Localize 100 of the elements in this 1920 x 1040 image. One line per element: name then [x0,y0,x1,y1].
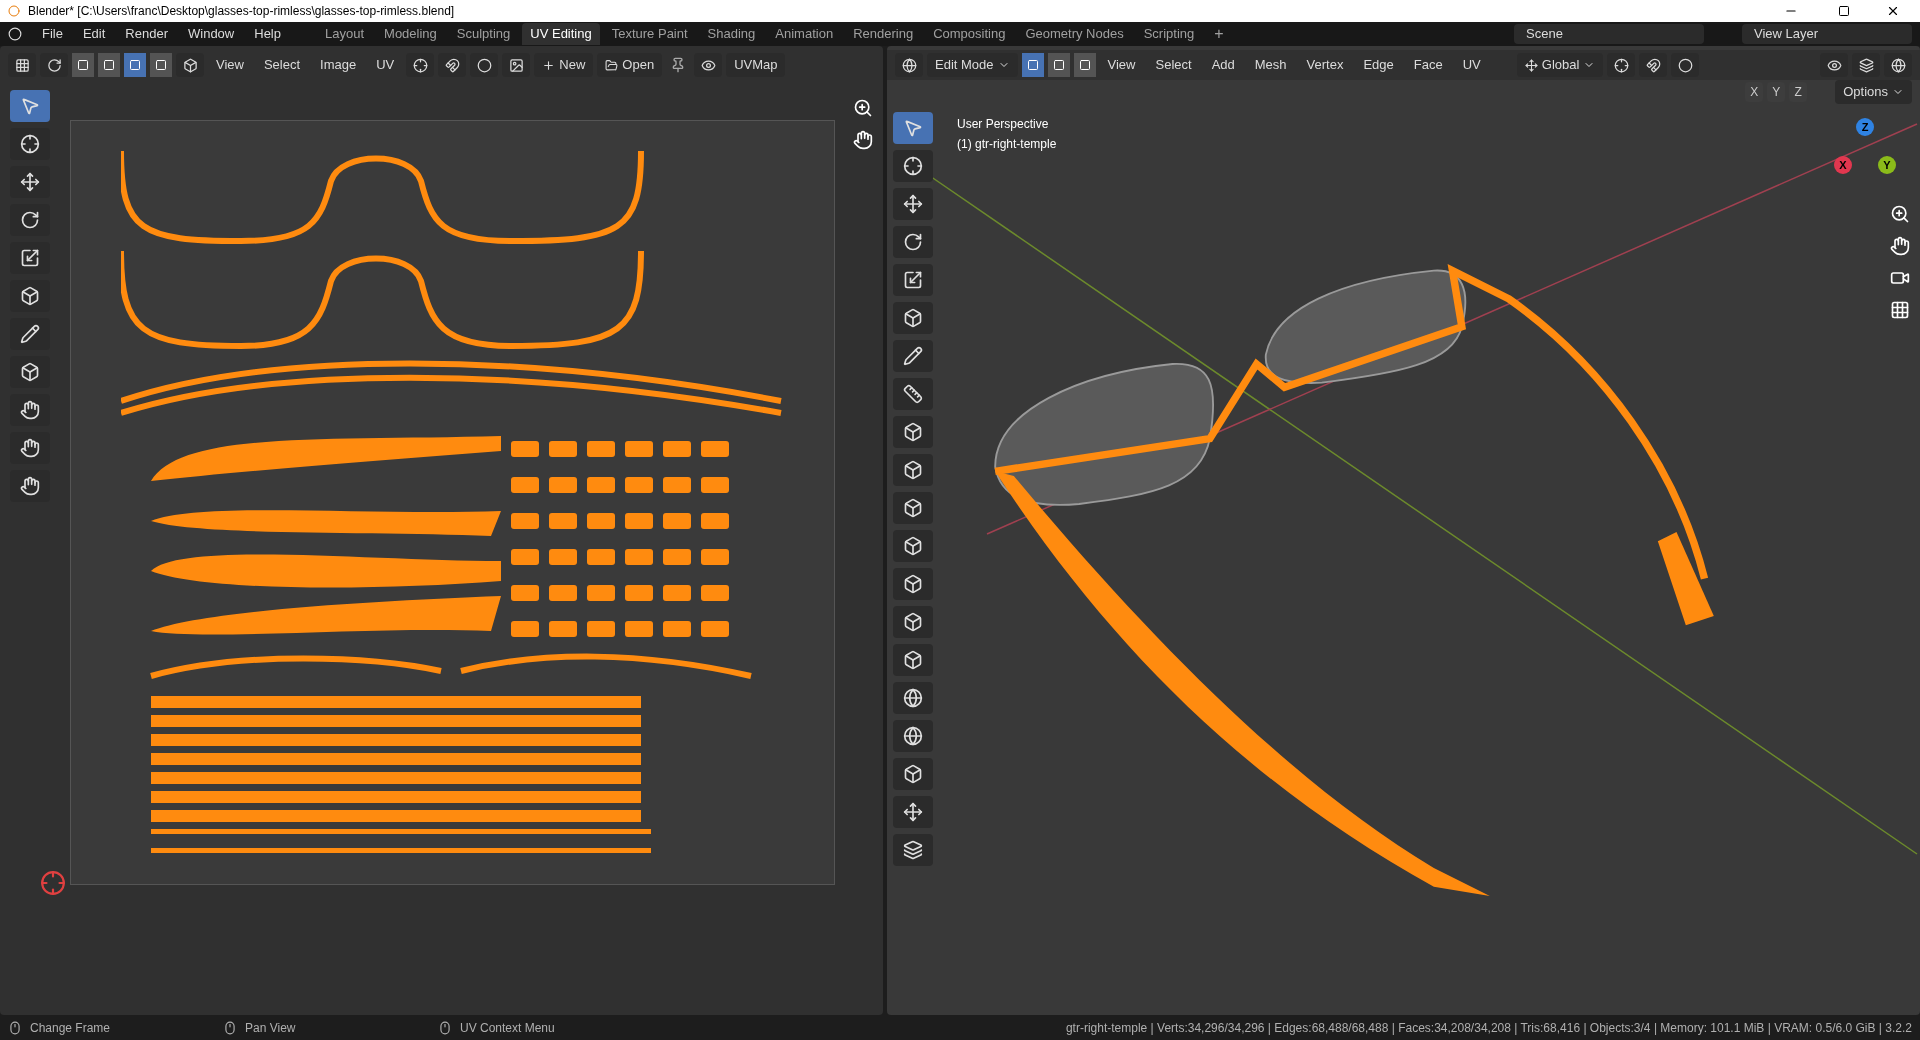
blender-logo-icon[interactable] [8,27,22,41]
menu-item[interactable]: View [208,55,252,75]
pan-icon[interactable] [853,130,873,150]
workspace-tab[interactable]: Animation [767,23,842,45]
menu-item[interactable]: Mesh [1246,55,1295,75]
tool-button[interactable] [10,280,50,312]
tool-button[interactable] [10,128,50,160]
view-layer-field[interactable]: View Layer [1742,24,1912,44]
close-icon[interactable] [1886,4,1900,18]
tool-button[interactable] [10,356,50,388]
tool-button[interactable] [10,166,50,198]
uv-map-field[interactable]: UVMap [726,53,786,77]
options-dropdown[interactable]: Options [1835,80,1912,104]
tool-button[interactable] [893,340,933,372]
menu-item[interactable]: Image [312,55,365,75]
pivot-button[interactable] [406,53,435,77]
menu-item[interactable]: Vertex [1298,55,1352,75]
image-button[interactable] [502,53,531,77]
pan-icon[interactable] [1890,236,1910,256]
menu-item[interactable]: Window [180,24,243,44]
workspace-tab[interactable]: Rendering [845,23,922,45]
maximize-icon[interactable] [1838,5,1850,17]
visibility-button[interactable] [1820,53,1848,77]
editor-type-button[interactable] [895,53,923,77]
workspace-tab[interactable]: Texture Paint [603,23,696,45]
workspace-tab[interactable]: Modeling [376,23,445,45]
proportional-button[interactable] [470,53,499,77]
sync-button[interactable] [40,53,68,77]
select-mode-button[interactable] [98,53,120,77]
mirror-axis-button[interactable]: Y [1767,82,1786,102]
grid-icon[interactable] [1890,300,1910,320]
add-workspace-button[interactable]: + [1206,22,1232,46]
menu-item[interactable]: Edit [74,24,114,44]
orientation-dropdown[interactable]: Global [1516,53,1604,77]
editor-type-button[interactable] [8,53,36,77]
tool-button[interactable] [893,530,933,562]
tool-button[interactable] [10,432,50,464]
menu-item[interactable]: UV [1454,55,1489,75]
sticky-mode-button[interactable] [176,53,204,77]
tool-button[interactable] [893,720,933,752]
menu-item[interactable]: Help [246,24,289,44]
tool-button[interactable] [893,378,933,410]
tool-button[interactable] [893,682,933,714]
mirror-axis-button[interactable]: Z [1789,82,1808,102]
tool-button[interactable] [893,454,933,486]
new-image-button[interactable]: New [534,53,594,77]
tool-button[interactable] [893,568,933,600]
tool-button[interactable] [893,226,933,258]
mirror-axis-button[interactable]: X [1745,82,1764,102]
workspace-tab[interactable]: Geometry Nodes [1017,23,1132,45]
menu-item[interactable]: Edge [1355,55,1402,75]
open-image-button[interactable]: Open [597,53,663,77]
menu-item[interactable]: Render [117,24,176,44]
gizmo-button[interactable] [1852,53,1880,77]
snap-button[interactable] [438,53,467,77]
proportional-button[interactable] [1671,53,1700,77]
tool-button[interactable] [893,492,933,524]
workspace-tab[interactable]: Shading [699,23,764,45]
tool-button[interactable] [893,796,933,828]
menu-item[interactable]: Select [1147,55,1200,75]
overlay-button[interactable] [1884,53,1912,77]
select-mode-button[interactable] [1021,53,1044,77]
menu-item[interactable]: UV [368,55,403,75]
tool-button[interactable] [893,302,933,334]
tool-button[interactable] [893,644,933,676]
tool-button[interactable] [893,416,933,448]
tool-button[interactable] [10,470,50,502]
snap-button[interactable] [1639,53,1668,77]
scene-field[interactable]: Scene [1514,24,1704,44]
tool-button[interactable] [893,264,933,296]
mode-dropdown[interactable]: Edit Mode [927,53,1018,77]
menu-item[interactable]: Select [255,55,309,75]
tool-button[interactable] [893,758,933,790]
overlay-button[interactable] [694,53,723,77]
select-mode-button[interactable] [1073,53,1096,77]
workspace-tab[interactable]: Sculpting [448,23,519,45]
tool-button[interactable] [893,150,933,182]
workspace-tab[interactable]: Scripting [1135,23,1203,45]
select-mode-button[interactable] [150,53,172,77]
status-stats: gtr-right-temple | Verts:34,296/34,296 | Edges:68,488/68,488 | Faces:34,208/34,208 | Tris:68,416 | Objects:3/4 | Memory: 101.1 MiB | VRAM: 0.5/6.0 GiB | 3.2.2 [1065,1019,1912,1037]
zoom-icon[interactable] [1890,204,1910,224]
tool-button[interactable] [893,606,933,638]
pivot-button[interactable] [1607,53,1636,77]
menu-item[interactable]: File [34,24,71,44]
circle-icon [1677,57,1693,73]
workspace-tab[interactable]: Compositing [925,23,1014,45]
workspace-tab[interactable]: UV Editing [522,23,600,45]
tool-button[interactable] [10,318,50,350]
zoom-icon[interactable] [853,98,873,118]
select-mode-button[interactable] [1047,53,1070,77]
select-mode-button[interactable] [72,53,94,77]
tool-button[interactable] [893,188,933,220]
tool-button[interactable] [10,204,50,236]
menu-item[interactable]: View [1099,55,1144,75]
menu-item[interactable]: Add [1203,55,1243,75]
tool-button[interactable] [10,394,50,426]
menu-item[interactable]: Face [1405,55,1451,75]
workspace-tab[interactable]: Layout [317,23,373,45]
tool-button[interactable] [10,242,50,274]
tool-button[interactable] [893,834,933,866]
